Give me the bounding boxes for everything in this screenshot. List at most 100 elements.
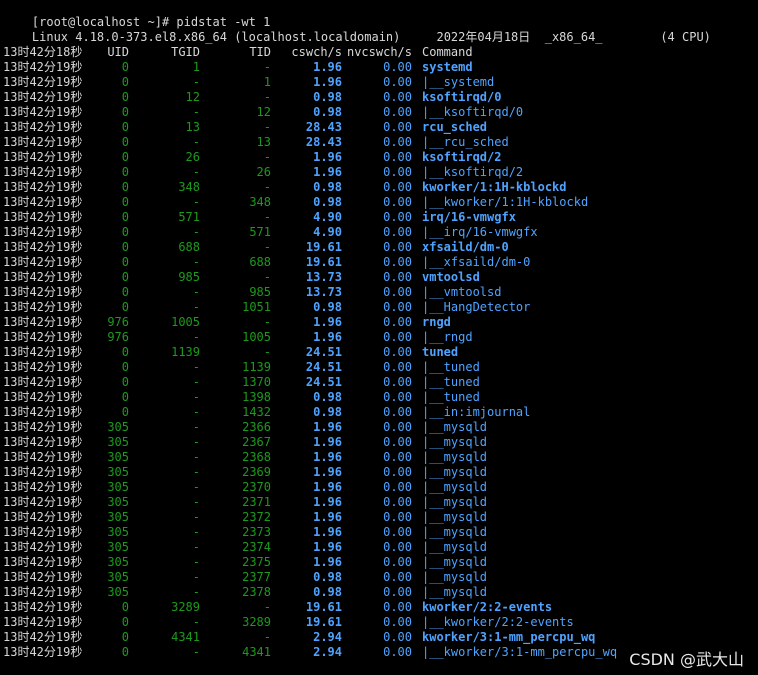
row-time: 13时42分19秒 <box>3 390 83 404</box>
row-tgid: - <box>192 330 200 344</box>
row-tid: 2369 <box>242 465 271 479</box>
row-tid: 2371 <box>242 495 271 509</box>
row-command: rngd <box>422 315 451 329</box>
row-uid: 305 <box>107 465 129 479</box>
command-prompt-line: [root@localhost ~]# pidstat -wt 1 <box>3 0 755 29</box>
table-row: 13时42分19秒 305 - 2369 1.96 0.00 |__mysqld <box>3 465 755 480</box>
row-command: |__ksoftirqd/2 <box>422 165 524 179</box>
table-row: 13时42分19秒 0 1 - 1.96 0.00 systemd <box>3 60 755 75</box>
table-row: 13时42分19秒 0 348 - 0.98 0.00 kworker/1:1H-kbloc… <box>3 180 755 195</box>
table-row: 13时42分19秒 0 12 - 0.98 0.00 ksoftirqd/0 <box>3 90 755 105</box>
row-uid: 305 <box>107 555 129 569</box>
row-cswch: 1.96 <box>313 60 342 74</box>
table-row: 13时42分19秒 0 - 985 13.73 0.00 |__vmtoolsd <box>3 285 755 300</box>
row-cswch: 1.96 <box>313 165 342 179</box>
row-cswch: 19.61 <box>305 615 342 629</box>
row-cswch: 1.96 <box>313 525 342 539</box>
row-uid: 0 <box>121 405 129 419</box>
row-tid: - <box>263 120 271 134</box>
row-uid: 0 <box>121 390 129 404</box>
row-time: 13时42分19秒 <box>3 255 83 269</box>
row-nvcswch: 0.00 <box>383 345 412 359</box>
row-tgid: - <box>192 525 200 539</box>
row-uid: 976 <box>107 330 129 344</box>
table-row: 13时42分19秒 305 - 2367 1.96 0.00 |__mysqld <box>3 435 755 450</box>
row-uid: 0 <box>121 225 129 239</box>
row-nvcswch: 0.00 <box>383 375 412 389</box>
row-uid: 0 <box>121 60 129 74</box>
terminal-window[interactable]: [root@localhost ~]# pidstat -wt 1 Linux … <box>3 0 755 675</box>
row-uid: 0 <box>121 285 129 299</box>
row-nvcswch: 0.00 <box>383 165 412 179</box>
table-row: 13时42分19秒 0 - 3289 19.61 0.00 |__kworker/2:2-e… <box>3 615 755 630</box>
row-command: systemd <box>422 60 473 74</box>
row-nvcswch: 0.00 <box>383 150 412 164</box>
table-row: 13时42分19秒 0 - 1 1.96 0.00 |__systemd <box>3 75 755 90</box>
row-time: 13时42分19秒 <box>3 420 83 434</box>
row-tgid: - <box>192 135 200 149</box>
row-tid: 348 <box>249 195 271 209</box>
row-cswch: 1.96 <box>313 420 342 434</box>
table-row: 13时42分19秒 0 - 1398 0.98 0.00 |__tuned <box>3 390 755 405</box>
row-uid: 0 <box>121 360 129 374</box>
row-tgid: 571 <box>178 210 200 224</box>
row-tgid: - <box>192 540 200 554</box>
table-row: 13时42分19秒 0 3289 - 19.61 0.00 kworker/2:2-even… <box>3 600 755 615</box>
row-tgid: - <box>192 570 200 584</box>
row-time: 13时42分19秒 <box>3 180 83 194</box>
row-nvcswch: 0.00 <box>383 540 412 554</box>
table-row: 13时42分19秒 0 - 26 1.96 0.00 |__ksoftirqd/2 <box>3 165 755 180</box>
row-nvcswch: 0.00 <box>383 435 412 449</box>
table-row: 13时42分19秒 0 688 - 19.61 0.00 xfsaild/dm-0 <box>3 240 755 255</box>
row-command: |__in:imjournal <box>422 405 531 419</box>
row-nvcswch: 0.00 <box>383 195 412 209</box>
row-nvcswch: 0.00 <box>383 495 412 509</box>
row-uid: 0 <box>121 375 129 389</box>
row-command: tuned <box>422 345 459 359</box>
row-uid: 0 <box>121 180 129 194</box>
row-time: 13时42分19秒 <box>3 270 83 284</box>
row-nvcswch: 0.00 <box>383 555 412 569</box>
row-command: |__vmtoolsd <box>422 285 502 299</box>
row-tid: - <box>263 60 271 74</box>
row-command: |__systemd <box>422 75 495 89</box>
row-tgid: - <box>192 375 200 389</box>
row-time: 13时42分19秒 <box>3 285 83 299</box>
column-header-row: 13时42分18秒 UID TGID TID cswch/s nvcswch/s… <box>3 45 755 60</box>
row-tgid: - <box>192 510 200 524</box>
row-nvcswch: 0.00 <box>383 105 412 119</box>
row-nvcswch: 0.00 <box>383 570 412 584</box>
row-time: 13时42分19秒 <box>3 555 83 569</box>
row-uid: 305 <box>107 495 129 509</box>
row-tid: 2372 <box>242 510 271 524</box>
row-command: |__mysqld <box>422 570 488 584</box>
row-time: 13时42分19秒 <box>3 60 83 74</box>
row-tgid: 26 <box>185 150 200 164</box>
table-row: 13时42分19秒 305 - 2366 1.96 0.00 |__mysqld <box>3 420 755 435</box>
row-cswch: 19.61 <box>305 255 342 269</box>
row-nvcswch: 0.00 <box>383 600 412 614</box>
row-cswch: 1.96 <box>313 555 342 569</box>
table-row: 13时42分19秒 0 985 - 13.73 0.00 vmtoolsd <box>3 270 755 285</box>
system-info-line: Linux 4.18.0-373.el8.x86_64 (localhost.l… <box>3 15 755 44</box>
row-command: |__rcu_sched <box>422 135 509 149</box>
row-tid: 2370 <box>242 480 271 494</box>
table-row: 13时42分19秒 305 - 2370 1.96 0.00 |__mysqld <box>3 480 755 495</box>
row-tgid: - <box>192 225 200 239</box>
row-nvcswch: 0.00 <box>383 405 412 419</box>
row-command: ksoftirqd/0 <box>422 90 502 104</box>
row-cswch: 24.51 <box>305 345 342 359</box>
row-tgid: 688 <box>178 240 200 254</box>
row-tid: - <box>263 270 271 284</box>
table-row: 13时42分19秒 0 - 688 19.61 0.00 |__xfsaild/dm-0 <box>3 255 755 270</box>
row-command: |__tuned <box>422 360 480 374</box>
row-command: vmtoolsd <box>422 270 480 284</box>
row-tgid: - <box>192 450 200 464</box>
table-row: 13时42分19秒 305 - 2368 1.96 0.00 |__mysqld <box>3 450 755 465</box>
row-tid: 2373 <box>242 525 271 539</box>
table-row: 13时42分19秒 305 - 2378 0.98 0.00 |__mysqld <box>3 585 755 600</box>
header-tgid: TGID <box>171 45 200 59</box>
row-cswch: 24.51 <box>305 360 342 374</box>
row-tid: 1051 <box>242 300 271 314</box>
row-command: ksoftirqd/2 <box>422 150 502 164</box>
